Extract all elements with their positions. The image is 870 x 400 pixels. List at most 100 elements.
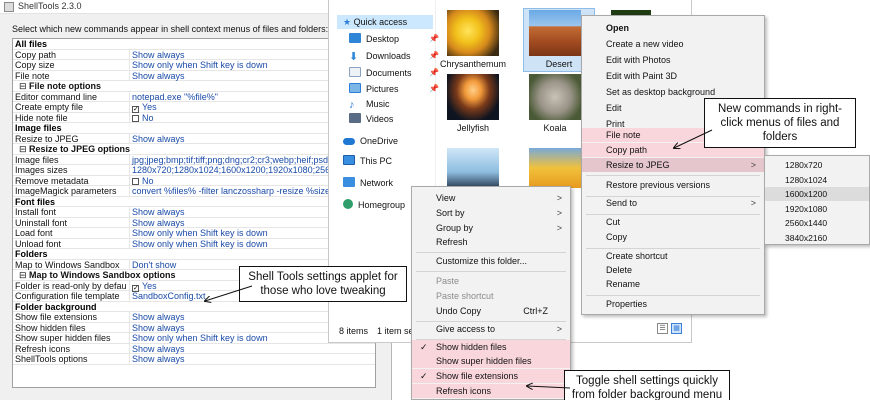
menu-item-paste[interactable]: Paste	[412, 274, 570, 288]
menu-item-paste-shortcut[interactable]: Paste shortcut	[412, 289, 570, 303]
setting-row[interactable]: Uninstall font Show always	[13, 217, 375, 228]
menu-item-cut[interactable]: Cut	[582, 215, 764, 229]
menu-item-view[interactable]: View >	[412, 191, 570, 205]
menu-item-edit-with-paint-3d[interactable]: Edit with Paint 3D	[582, 69, 764, 83]
menu-item-show-super-hidden-files[interactable]: Show super hidden files	[412, 354, 570, 368]
setting-value[interactable]: Show always	[129, 343, 375, 354]
jellyfish-thumbnail[interactable]	[447, 74, 499, 120]
menu-item-create-shortcut[interactable]: Create shortcut	[582, 249, 764, 263]
setting-row[interactable]: Show super hidden files Show only when Sh…	[13, 333, 375, 344]
setting-row[interactable]: Show file extensions Show always	[13, 312, 375, 323]
setting-row[interactable]: ShellTools options Show always	[13, 354, 375, 365]
setting-label: Unload font	[15, 238, 62, 249]
nav-documents[interactable]: Documents 📌	[349, 66, 439, 80]
chrysanthemum-thumbnail[interactable]	[447, 10, 499, 56]
menu-item-refresh-icons[interactable]: Refresh icons	[412, 384, 570, 398]
setting-label: Folder is read-only by default	[15, 280, 127, 291]
setting-row[interactable]: Hide note file No	[13, 112, 375, 123]
setting-label: Remove metadata	[15, 175, 89, 186]
setting-row[interactable]: Install font Show always	[13, 207, 375, 218]
settings-property-grid[interactable]: All files Copy path Show always Copy size Sh…	[12, 38, 376, 388]
subcategory-row[interactable]: Resize to JPEG options	[13, 144, 375, 155]
nav-music[interactable]: ♪ Music	[349, 97, 390, 111]
unchecked-checkbox-icon[interactable]	[132, 114, 139, 122]
resize-size-item[interactable]: 1280x1024	[765, 173, 869, 187]
nav-desktop[interactable]: Desktop 📌	[349, 32, 439, 46]
nav-videos[interactable]: Videos	[349, 112, 393, 126]
menu-item-sort-by[interactable]: Sort by >	[412, 206, 570, 220]
menu-item-delete[interactable]: Delete	[582, 263, 764, 277]
setting-row[interactable]: Copy path Show always	[13, 49, 375, 60]
category-row[interactable]: Image files	[13, 123, 375, 134]
menu-item-refresh[interactable]: Refresh	[412, 235, 570, 249]
nav-this-pc[interactable]: This PC	[343, 154, 392, 168]
koala-thumbnail[interactable]	[529, 74, 581, 120]
menu-item-edit-with-photos[interactable]: Edit with Photos	[582, 53, 764, 67]
setting-row[interactable]: Create empty file ✓ Yes	[13, 102, 375, 113]
nav-label: Desktop	[366, 34, 400, 44]
menu-item-copy[interactable]: Copy	[582, 230, 764, 244]
nav-pictures[interactable]: Pictures 📌	[349, 82, 439, 96]
nav-label: OneDrive	[360, 136, 399, 146]
setting-row[interactable]: File note Show always	[13, 70, 375, 81]
setting-row[interactable]: Refresh icons Show always	[13, 343, 375, 354]
keyboard-shortcut: Ctrl+Z	[523, 306, 548, 316]
menu-item-set-desktop-background[interactable]: Set as desktop background	[582, 85, 764, 99]
checkbox-label: Yes	[142, 280, 157, 291]
menu-item-resize-to-jpeg[interactable]: Resize to JPEG >	[582, 158, 764, 172]
menu-item-undo-copy[interactable]: Undo Copy Ctrl+Z	[412, 304, 570, 318]
nav-homegroup[interactable]: Homegroup	[343, 198, 405, 212]
resize-size-item[interactable]: 1920x1080	[765, 202, 869, 216]
setting-value[interactable]: Show always	[129, 354, 375, 364]
setting-row[interactable]: ImageMagick parameters convert %files% -f…	[13, 186, 375, 197]
menu-item-give-access-to[interactable]: Give access to >	[412, 322, 570, 336]
menu-item-create-video[interactable]: Create a new video	[582, 37, 764, 51]
setting-row[interactable]: Copy size Show only when Shift key is dow…	[13, 60, 375, 71]
category-row[interactable]: Folders	[13, 249, 375, 260]
penguins-thumbnail[interactable]	[447, 148, 499, 188]
video-icon	[349, 113, 361, 123]
setting-row[interactable]: Resize to JPEG Show always	[13, 133, 375, 144]
category-row[interactable]: Font files	[13, 196, 375, 207]
setting-label: Folders	[15, 249, 48, 259]
menu-item-rename[interactable]: Rename	[582, 277, 764, 291]
menu-item-group-by[interactable]: Group by >	[412, 221, 570, 235]
details-view-button[interactable]: ☰	[657, 323, 668, 334]
setting-row[interactable]: Show hidden files Show always	[13, 322, 375, 333]
setting-row[interactable]: Unload font Show only when Shift key is d…	[13, 238, 375, 249]
menu-item-label: Show hidden files	[436, 342, 507, 352]
nav-network[interactable]: Network	[343, 176, 393, 190]
setting-label: Images sizes	[15, 165, 68, 175]
category-row[interactable]: Folder background	[13, 301, 375, 312]
menu-item-properties[interactable]: Properties	[582, 297, 764, 311]
nav-onedrive[interactable]: OneDrive	[343, 134, 398, 148]
nav-quick-access[interactable]: ★ Quick access	[337, 15, 433, 29]
checkbox-label: Yes	[142, 102, 157, 112]
setting-label: All files	[15, 39, 48, 49]
setting-row[interactable]: Load font Show only when Shift key is dow…	[13, 228, 375, 239]
resize-size-item[interactable]: 3840x2160	[765, 231, 869, 245]
setting-row[interactable]: Image files jpg;jpeg;bmp;tif;tiff;png;dng…	[13, 154, 375, 165]
menu-item-restore-previous-versions[interactable]: Restore previous versions	[582, 178, 764, 192]
nav-downloads[interactable]: ⬇ Downloads 📌	[349, 49, 439, 63]
tulips-thumbnail[interactable]	[529, 148, 581, 188]
resize-size-item[interactable]: 1600x1200	[765, 187, 869, 201]
subcategory-row[interactable]: File note options	[13, 81, 375, 92]
menu-item-send-to[interactable]: Send to >	[582, 196, 764, 210]
unchecked-checkbox-icon[interactable]	[132, 177, 139, 185]
menu-item-show-file-extensions[interactable]: ✓ Show file extensions	[412, 369, 570, 383]
menu-item-show-hidden-files[interactable]: ✓ Show hidden files	[412, 340, 570, 354]
menu-item-customize-folder[interactable]: Customize this folder...	[412, 254, 570, 268]
resize-size-item[interactable]: 1280x720	[765, 158, 869, 172]
setting-label: Font files	[15, 196, 55, 207]
menu-item-open[interactable]: Open	[582, 21, 764, 35]
resize-size-item[interactable]: 2560x1440	[765, 216, 869, 230]
setting-row[interactable]: Remove metadata No	[13, 175, 375, 186]
setting-row[interactable]: Images sizes 1280x720;1280x1024;1600x1200…	[13, 165, 375, 176]
desktop-icon	[349, 33, 361, 43]
large-icons-view-button[interactable]: ▦	[671, 323, 682, 334]
setting-row[interactable]: Editor command line notepad.exe "%file%"	[13, 91, 375, 102]
setting-label: Folder background	[15, 301, 97, 312]
desert-thumbnail[interactable]	[529, 10, 581, 56]
category-row[interactable]: All files	[13, 39, 375, 50]
